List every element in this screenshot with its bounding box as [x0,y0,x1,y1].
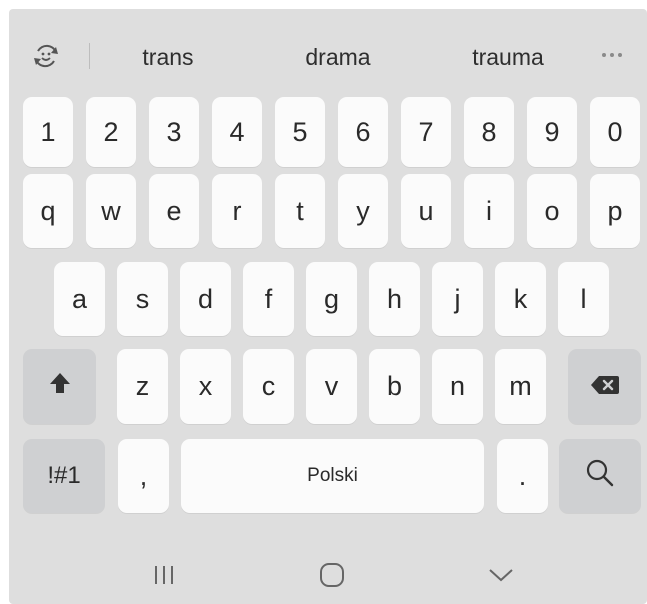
key-v[interactable]: v [306,349,357,424]
shift-arrow-icon [49,371,71,402]
key-6[interactable]: 6 [338,97,388,167]
key-j[interactable]: j [432,262,483,336]
key-u[interactable]: u [401,174,451,248]
home-icon[interactable] [312,557,352,593]
key-a[interactable]: a [54,262,105,336]
recent-apps-icon[interactable] [144,557,184,593]
comma-key[interactable]: , [118,439,169,513]
key-w[interactable]: w [86,174,136,248]
backspace-key[interactable] [568,349,641,424]
key-8[interactable]: 8 [464,97,514,167]
keyboard-panel: trans drama trauma 1 2 3 4 5 6 7 8 9 0 q… [9,9,647,604]
key-c[interactable]: c [243,349,294,424]
symbols-key[interactable]: !#1 [23,439,105,513]
suggestion-1[interactable]: trans [98,44,238,71]
key-z[interactable]: z [117,349,168,424]
key-e[interactable]: e [149,174,199,248]
key-g[interactable]: g [306,262,357,336]
suggestion-3[interactable]: trauma [438,44,578,71]
search-icon [585,458,615,495]
key-p[interactable]: p [590,174,640,248]
key-x[interactable]: x [180,349,231,424]
key-l[interactable]: l [558,262,609,336]
key-i[interactable]: i [464,174,514,248]
key-t[interactable]: t [275,174,325,248]
period-key[interactable]: . [497,439,548,513]
key-2[interactable]: 2 [86,97,136,167]
shift-key[interactable] [23,349,96,424]
space-bar[interactable]: Polski [181,439,484,513]
key-q[interactable]: q [23,174,73,248]
more-options-icon[interactable] [599,42,625,74]
emoji-sticker-icon[interactable] [32,42,60,70]
key-o[interactable]: o [527,174,577,248]
key-9[interactable]: 9 [527,97,577,167]
hide-keyboard-chevron-icon[interactable] [481,557,521,593]
key-r[interactable]: r [212,174,262,248]
key-5[interactable]: 5 [275,97,325,167]
key-0[interactable]: 0 [590,97,640,167]
key-7[interactable]: 7 [401,97,451,167]
key-k[interactable]: k [495,262,546,336]
search-key[interactable] [559,439,641,513]
key-4[interactable]: 4 [212,97,262,167]
suggestion-2[interactable]: drama [268,44,408,71]
suggestion-bar: trans drama trauma [9,9,647,97]
key-1[interactable]: 1 [23,97,73,167]
key-3[interactable]: 3 [149,97,199,167]
backspace-icon [590,371,620,402]
key-d[interactable]: d [180,262,231,336]
key-b[interactable]: b [369,349,420,424]
key-y[interactable]: y [338,174,388,248]
key-f[interactable]: f [243,262,294,336]
key-s[interactable]: s [117,262,168,336]
key-h[interactable]: h [369,262,420,336]
key-n[interactable]: n [432,349,483,424]
key-m[interactable]: m [495,349,546,424]
suggestion-divider [89,43,90,69]
